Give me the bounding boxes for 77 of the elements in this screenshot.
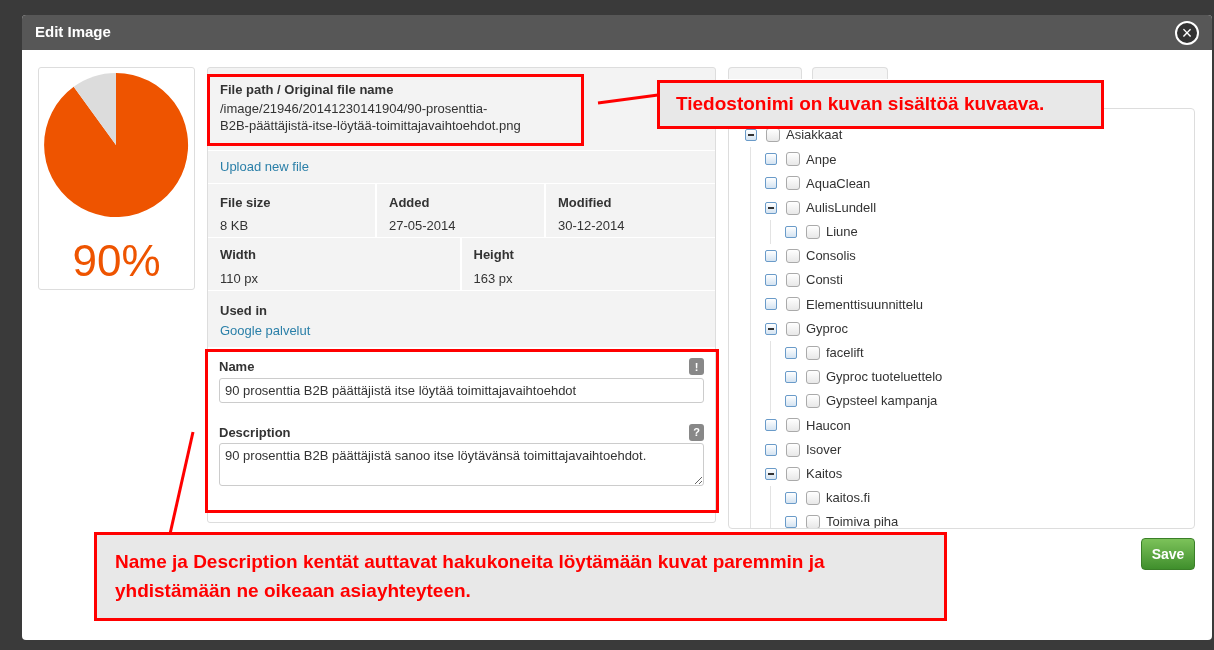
field-label: Used in xyxy=(220,302,268,320)
annotation-callout: Name ja Description kentät auttavat hakukoneita löytämään kuvat paremmin ja yhdistämään ne oikeaan asiayhteyteen. xyxy=(94,532,947,621)
tree-item-label[interactable]: AquaClean xyxy=(806,173,871,194)
leaf-node-icon xyxy=(785,370,797,383)
field-label: Width xyxy=(220,246,257,264)
close-button[interactable]: × xyxy=(1175,20,1199,45)
percentage-label: 90% xyxy=(72,236,161,286)
tree-checkbox[interactable] xyxy=(786,418,800,433)
description-textarea[interactable]: 90 prosenttia B2B päättäjistä sanoo itse löytävänsä toimittajavaihtoehdot. xyxy=(219,443,704,486)
leaf-node-icon xyxy=(785,516,797,528)
help-badge[interactable]: ! xyxy=(689,358,704,376)
usage-link[interactable]: Google palvelut xyxy=(220,322,311,338)
field-value: 163 px xyxy=(473,269,514,288)
collapse-toggle[interactable] xyxy=(745,129,757,142)
leader-line xyxy=(597,93,659,105)
field-label: Added xyxy=(389,194,431,212)
leaf-node-icon xyxy=(765,298,777,311)
collapse-toggle[interactable] xyxy=(765,322,777,335)
field-label: Name xyxy=(219,358,255,376)
tree-checkbox[interactable] xyxy=(786,442,800,457)
tree-checkbox[interactable] xyxy=(786,249,800,264)
tree-checkbox[interactable] xyxy=(786,152,800,167)
dialog-title: Edit Image xyxy=(35,22,111,43)
tree-checkbox[interactable] xyxy=(806,515,820,528)
tree-item-label[interactable]: Anpe xyxy=(806,149,837,170)
tree-item-label[interactable]: Gyproc xyxy=(806,318,848,339)
tab[interactable] xyxy=(812,67,888,79)
field-label: File path / Original file name xyxy=(220,81,394,99)
tree-checkbox[interactable] xyxy=(786,321,800,336)
tree-item-label[interactable]: Elementtisuunnittelu xyxy=(806,294,924,315)
tree-item-label[interactable]: Gyproc tuoteluettelo xyxy=(826,367,943,387)
tree-item-label[interactable]: Gypsteel kampanja xyxy=(826,391,938,411)
field-label: Description xyxy=(219,423,291,442)
tree-checkbox[interactable] xyxy=(806,224,820,239)
tree-item-label[interactable]: facelift xyxy=(826,343,864,363)
tree-checkbox[interactable] xyxy=(786,297,800,312)
field-value: 27-05-2014 xyxy=(389,216,457,235)
tree-item-label[interactable]: Isover xyxy=(806,439,842,460)
tree-checkbox[interactable] xyxy=(806,369,820,384)
tree-checkbox[interactable] xyxy=(806,490,820,505)
leaf-node-icon xyxy=(785,225,797,238)
tree-item-label[interactable]: Consolis xyxy=(806,246,856,266)
leaf-node-icon xyxy=(765,250,777,263)
leaf-node-icon xyxy=(765,274,777,287)
tree-checkbox[interactable] xyxy=(806,394,820,409)
collapse-toggle[interactable] xyxy=(765,467,777,480)
field-label: Height xyxy=(473,246,515,264)
file-path-text: /image/21946/20141230141904/90-prosenttia- B2B-päättäjistä-itse-löytää-toimittajavaihtoehdot.png xyxy=(220,99,521,134)
field-value: 30-12-2014 xyxy=(558,216,626,235)
leaf-node-icon xyxy=(765,443,777,456)
name-input[interactable]: 90 prosenttia B2B päättäjistä itse löytää toimittajavaihtoehdot xyxy=(219,377,704,403)
upload-link[interactable]: Upload new file xyxy=(220,157,309,177)
leaf-node-icon xyxy=(765,177,777,190)
tree-item-label[interactable]: Kaitos xyxy=(806,463,843,484)
leaf-node-icon xyxy=(785,346,797,359)
tree-checkbox[interactable] xyxy=(806,345,820,360)
leaf-node-icon xyxy=(765,153,777,166)
field-value: 8 KB xyxy=(220,216,250,235)
collapse-toggle[interactable] xyxy=(765,201,777,214)
annotation-callout: Tiedostonimi on kuvan sisältöä kuvaava. xyxy=(657,80,1104,129)
leaf-node-icon xyxy=(785,491,797,504)
tree-item-label[interactable]: Consti xyxy=(806,270,843,290)
field-label: File size xyxy=(220,194,272,212)
tree-item-label[interactable]: AulisLundell xyxy=(806,197,877,218)
tree-item-label[interactable]: Haucon xyxy=(806,415,851,436)
tree-item-label[interactable]: kaitos.fi xyxy=(826,488,871,508)
tree-item-label[interactable]: Liune xyxy=(826,222,858,242)
tree-checkbox[interactable] xyxy=(786,273,800,288)
tree-checkbox[interactable] xyxy=(786,176,800,191)
leaf-node-icon xyxy=(765,419,777,432)
help-badge[interactable]: ? xyxy=(689,423,704,441)
tab[interactable] xyxy=(728,67,802,79)
tree-checkbox[interactable] xyxy=(786,200,800,215)
tree-checkbox[interactable] xyxy=(786,466,800,481)
leaf-node-icon xyxy=(785,395,797,408)
field-label: Modified xyxy=(558,194,613,212)
field-value: 110 px xyxy=(220,269,260,288)
